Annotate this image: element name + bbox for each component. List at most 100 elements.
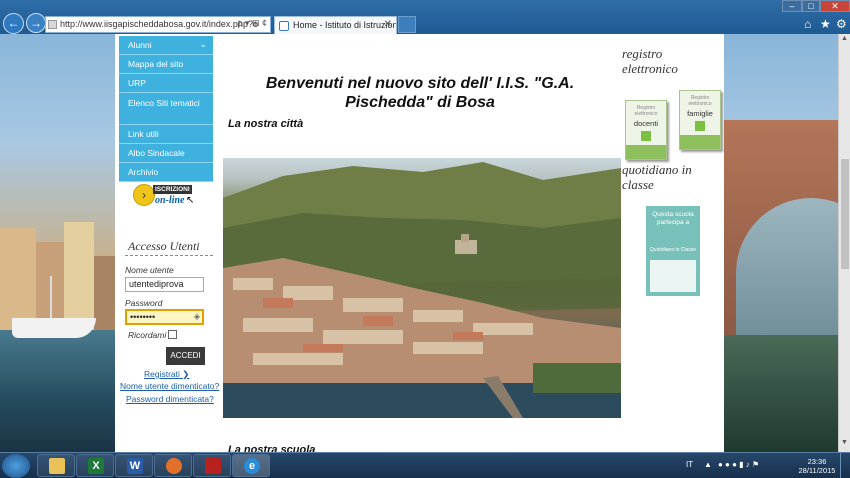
- register-link-text: Registrati: [144, 369, 180, 379]
- book-strip: [680, 135, 720, 149]
- folder-icon: [49, 458, 65, 474]
- menu-item-urp[interactable]: URP: [119, 74, 213, 93]
- menu-item-siti-tematici[interactable]: Elenco Siti tematici: [119, 93, 213, 125]
- password-input[interactable]: •••••••• ◈: [125, 309, 204, 325]
- book-strip: [626, 145, 666, 159]
- welcome-line-2: Pischedda" di Bosa: [345, 94, 495, 111]
- registro-famiglie-link[interactable]: Registro elettronico famiglie: [679, 90, 721, 150]
- registro-icon: [641, 131, 651, 141]
- new-tab-button[interactable]: [398, 16, 416, 33]
- background-water-right: [724, 335, 838, 452]
- excel-icon: X: [88, 458, 104, 474]
- welcome-line-1: Benvenuti nel nuovo sito dell' I.I.S. "G…: [265, 75, 575, 92]
- ie-icon: e: [244, 458, 260, 474]
- firefox-icon: [166, 458, 182, 474]
- taskbar-explorer[interactable]: [37, 454, 75, 477]
- bosa-city-photo: [223, 158, 621, 418]
- book-famiglie-label: famiglie: [687, 109, 713, 118]
- tray-app-icons[interactable]: ● ● ● ▮ ♪ ⚑: [718, 460, 759, 469]
- tab-home[interactable]: Home - Istituto di Istruzion... ✕: [274, 16, 397, 34]
- quotidiano-in-classe-banner[interactable]: Questa scuola partecipa a Quotidiano in …: [646, 206, 700, 296]
- ie-tab-icon: [279, 21, 289, 31]
- username-label: Nome utente: [125, 265, 174, 275]
- register-link[interactable]: Registrati ❯: [144, 369, 189, 380]
- book-label: Registro elettronico: [688, 95, 712, 107]
- scroll-up-icon[interactable]: ▲: [839, 35, 850, 47]
- taskbar-excel[interactable]: X: [76, 454, 114, 477]
- forgot-password-link[interactable]: Password dimenticata?: [126, 394, 214, 404]
- close-window-button[interactable]: ✕: [820, 0, 850, 12]
- quotidiano-line-2: classe: [622, 177, 654, 192]
- registro-elettronico-title: registro elettronico: [622, 46, 678, 76]
- section-school-title: La nostra scuola: [228, 444, 316, 452]
- menu-item-link-utili[interactable]: Link utili: [119, 125, 213, 144]
- chevron-down-icon: ⌄: [199, 39, 207, 49]
- system-clock[interactable]: 23:36 28/11/2015: [797, 457, 837, 475]
- home-icon[interactable]: ⌂: [804, 17, 811, 31]
- book-label: Registro elettronico: [634, 105, 658, 117]
- taskbar-acrobat[interactable]: [193, 454, 231, 477]
- scroll-down-icon[interactable]: ▼: [839, 439, 850, 451]
- cursor-icon: ↖: [186, 195, 195, 206]
- tab-close-icon[interactable]: ✕: [384, 19, 392, 30]
- show-desktop-button[interactable]: [840, 453, 850, 478]
- reveal-password-icon[interactable]: ◈: [194, 312, 200, 321]
- forgot-username-link[interactable]: Nome utente dimenticato?: [120, 381, 219, 391]
- arrow-right-icon: ›: [133, 184, 155, 206]
- password-value: ••••••••: [130, 312, 156, 322]
- menu-item-archivio[interactable]: Archivio: [119, 163, 213, 182]
- address-tools-icon[interactable]: ρ ▾ ⊞ ¢: [237, 18, 267, 29]
- chevron-right-icon: ❯: [182, 369, 190, 379]
- background-water-left: [0, 330, 115, 452]
- taskbar-firefox[interactable]: [154, 454, 192, 477]
- iscrizioni-online-banner[interactable]: › ISCRIZIONI on-line ↖: [133, 182, 197, 212]
- boat-mast: [50, 276, 52, 320]
- web-page: Alunni ⌄ Mappa del sito URP Elenco Siti …: [115, 34, 724, 452]
- vertical-scrollbar[interactable]: ▲ ▼: [838, 34, 850, 452]
- address-bar[interactable]: http://www.iisgapischeddabosa.gov.it/ind…: [45, 16, 271, 33]
- accedi-button[interactable]: ACCEDI: [166, 347, 205, 365]
- menu-item-alunni[interactable]: Alunni ⌄: [119, 36, 213, 55]
- username-input[interactable]: utentediprova: [125, 277, 204, 292]
- menu-label: Alunni: [128, 40, 152, 50]
- login-title: Accesso Utenti: [128, 239, 200, 253]
- taskbar-ie[interactable]: e: [232, 454, 270, 477]
- tray-expand-icon[interactable]: ▲: [704, 460, 712, 469]
- scroll-thumb[interactable]: [841, 159, 849, 269]
- online-label: on-line: [155, 195, 185, 206]
- back-button[interactable]: ←: [3, 13, 24, 34]
- word-icon: W: [127, 458, 143, 474]
- classroom-illustration: [650, 260, 696, 292]
- maximize-button[interactable]: □: [802, 0, 820, 12]
- menu-item-albo-sindacale[interactable]: Albo Sindacale: [119, 144, 213, 163]
- quot-box-text: Questa scuola partecipa a: [652, 211, 694, 226]
- clock-time: 23:36: [807, 457, 827, 466]
- forward-button[interactable]: →: [26, 13, 46, 33]
- favorites-icon[interactable]: ★: [820, 17, 831, 31]
- registro-line-2: elettronico: [622, 61, 678, 76]
- quotidiano-title: quotidiano in classe: [622, 162, 692, 192]
- address-url: http://www.iisgapischeddabosa.gov.it/ind…: [60, 19, 258, 29]
- registro-docenti-link[interactable]: Registro elettronico docenti: [625, 100, 667, 160]
- menu-item-mappa[interactable]: Mappa del sito: [119, 55, 213, 74]
- side-menu: Alunni ⌄ Mappa del sito URP Elenco Siti …: [119, 36, 213, 182]
- tools-gear-icon[interactable]: ⚙: [836, 17, 847, 31]
- remember-label: Ricordami: [128, 330, 167, 340]
- taskbar: X W e IT ▲ ● ● ● ▮ ♪ ⚑ 23:36 28/11/2015: [0, 452, 850, 478]
- iscrizioni-label: ISCRIZIONI: [153, 185, 192, 194]
- language-indicator[interactable]: IT: [686, 460, 693, 469]
- city-photo-drawing: [223, 162, 621, 418]
- registro-line-1: registro: [622, 46, 663, 61]
- password-label: Password: [125, 298, 163, 308]
- welcome-heading: Benvenuti nel nuovo sito dell' I.I.S. "G…: [255, 74, 585, 112]
- tab-title: Home - Istituto di Istruzion...: [293, 20, 397, 30]
- browser-chrome: ← → http://www.iisgapischeddabosa.gov.it…: [0, 0, 850, 34]
- taskbar-word[interactable]: W: [115, 454, 153, 477]
- start-button[interactable]: [2, 454, 30, 478]
- minimize-button[interactable]: –: [782, 0, 802, 12]
- remember-checkbox[interactable]: [168, 330, 177, 339]
- clock-date: 28/11/2015: [798, 466, 836, 475]
- section-city-title: La nostra città: [228, 118, 304, 130]
- page-icon: [48, 20, 57, 29]
- quot-box-logo: Quotidiano in Classe: [649, 247, 697, 253]
